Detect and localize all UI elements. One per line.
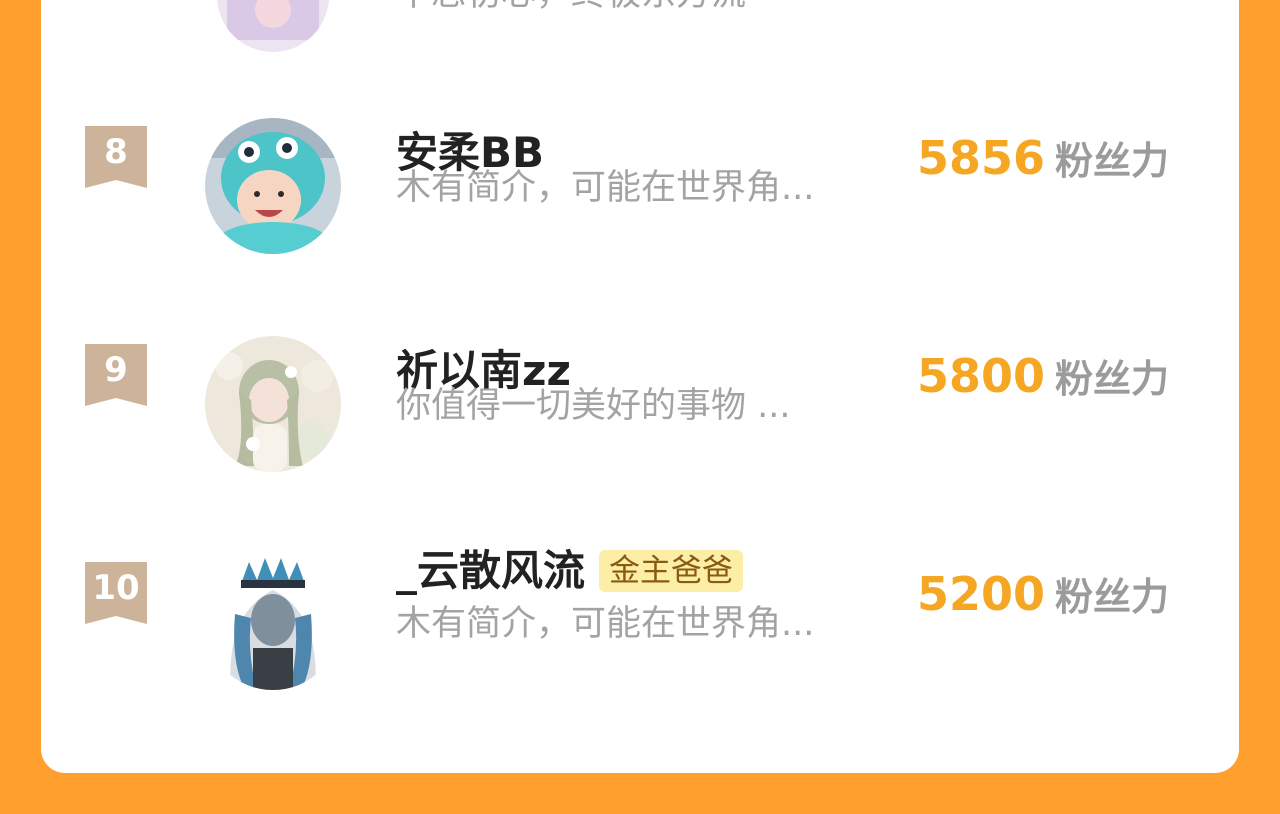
rank-badge: 8: [85, 126, 147, 188]
avatar[interactable]: [205, 554, 341, 690]
user-bio: 你值得一切美好的事物 ...: [396, 386, 791, 426]
list-item[interactable]: 8 安柔BB 木有简介，可能在世界角... 5856 粉丝力: [41, 118, 1239, 318]
user-bio: 木有简介，可能在世界角...: [396, 604, 815, 644]
name-line: _云散风流 金主爸爸: [396, 546, 744, 596]
user-bio: 不忘初心，终极东方流: [396, 0, 746, 16]
user-name[interactable]: _云散风流: [396, 546, 585, 596]
fan-power-value: 5800: [917, 349, 1046, 403]
avatar[interactable]: [205, 118, 341, 254]
child-in-hood-avatar: [205, 118, 341, 254]
ranking-card: 不忘初心，终极东方流 8: [41, 0, 1239, 773]
vip-tag: 金主爸爸: [599, 550, 744, 592]
rank-number: 8: [104, 132, 128, 172]
fan-power-value: 5200: [917, 567, 1046, 621]
fan-power-value: 5856: [917, 131, 1046, 185]
rank-badge: 10: [85, 562, 147, 624]
anime-character-crown-avatar: [205, 554, 341, 690]
rank-number: 9: [104, 350, 128, 390]
rank-number: 10: [92, 568, 140, 608]
fan-power: 5200 粉丝力: [917, 566, 1169, 633]
avatar[interactable]: [205, 336, 341, 472]
rank-badge: 9: [85, 344, 147, 406]
avatar[interactable]: [217, 0, 329, 52]
list-item[interactable]: 9 祈以南zz 你值得一切美好的事物 ... 5800 粉丝力: [41, 336, 1239, 536]
fan-power-unit: 粉丝力: [1055, 357, 1170, 401]
fan-power: 5800 粉丝力: [917, 348, 1169, 415]
list-item-partial[interactable]: 不忘初心，终极东方流: [41, 0, 1239, 70]
user-bio: 木有简介，可能在世界角...: [396, 168, 815, 208]
list-item[interactable]: 10 _云散风流 金主爸爸 木有简介，可能在世界角... 5200 粉丝力: [41, 546, 1239, 754]
anime-girl-flowers-avatar: [205, 336, 341, 472]
fan-power-unit: 粉丝力: [1055, 575, 1170, 619]
fan-power: 5856 粉丝力: [917, 130, 1169, 197]
fan-power-unit: 粉丝力: [1055, 139, 1170, 183]
